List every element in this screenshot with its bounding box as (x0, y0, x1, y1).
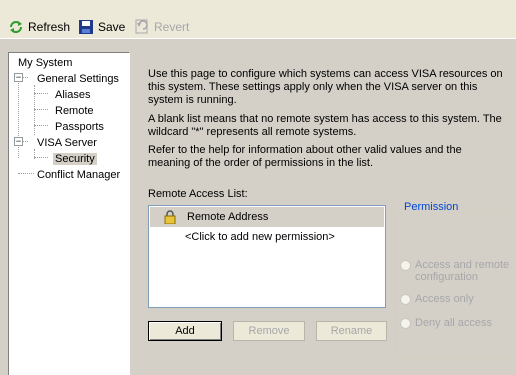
refresh-button[interactable]: Refresh (8, 17, 70, 37)
revert-button[interactable]: Revert (134, 17, 189, 37)
tree-item-security[interactable]: Security (53, 153, 97, 165)
lock-icon (164, 210, 176, 225)
save-icon (78, 19, 94, 35)
list-header-text: Remote Address (187, 211, 269, 223)
tree-item-passports[interactable]: Passports (55, 121, 104, 133)
radio-label: Access only (415, 293, 474, 305)
remote-access-list[interactable]: Remote Address <Click to add new permiss… (148, 205, 386, 308)
add-permission-row[interactable]: <Click to add new permission> (185, 231, 335, 243)
radio-button[interactable] (400, 260, 411, 271)
refresh-icon (8, 19, 24, 35)
rename-button-label: Rename (330, 325, 373, 337)
radio-access-and-remote-configuration[interactable]: Access and remote configuration (400, 259, 509, 283)
tree-item-remote[interactable]: Remote (55, 105, 94, 117)
security-pane: Use this page to configure which systems… (134, 54, 516, 375)
refresh-label: Refresh (28, 20, 71, 34)
permission-group (395, 212, 516, 359)
list-header-remote-address[interactable]: Remote Address (150, 207, 384, 227)
save-label: Save (98, 20, 126, 34)
tree-item-visa-server[interactable]: VISA Server (37, 137, 97, 149)
navigation-tree: My System − General Settings Aliases Rem… (8, 52, 130, 375)
toolbar-divider (0, 38, 516, 39)
remote-access-list-label: Remote Access List: (148, 188, 248, 200)
description-paragraph-3: Refer to the help for information about … (148, 144, 462, 169)
radio-access-only[interactable]: Access only (400, 293, 474, 305)
description-paragraph-2: A blank list means that no remote system… (148, 113, 502, 138)
tree-item-conflict-manager[interactable]: Conflict Manager (37, 169, 120, 181)
add-button-label: Add (175, 325, 195, 337)
radio-button[interactable] (400, 294, 411, 305)
radio-label-line-2: configuration (415, 271, 478, 283)
radio-label: Deny all access (415, 317, 493, 329)
tree-item-my-system[interactable]: My System (18, 57, 72, 69)
main-area: My System − General Settings Aliases Rem… (0, 40, 516, 375)
collapse-icon[interactable]: − (14, 137, 23, 146)
tree-item-aliases[interactable]: Aliases (55, 89, 90, 101)
revert-icon (134, 19, 150, 35)
permission-group-title: Permission (402, 201, 461, 213)
save-button[interactable]: Save (78, 17, 125, 37)
revert-label: Revert (154, 20, 190, 34)
toolbar: Refresh Save Revert (0, 0, 516, 38)
remove-button[interactable]: Remove (233, 321, 305, 341)
radio-button[interactable] (400, 318, 411, 329)
radio-label-line-1: Access and remote (415, 259, 510, 271)
tree-item-general-settings[interactable]: General Settings (37, 73, 119, 85)
radio-deny-all-access[interactable]: Deny all access (400, 317, 492, 329)
remove-button-label: Remove (248, 325, 290, 337)
add-button[interactable]: Add (148, 321, 222, 341)
rename-button[interactable]: Rename (316, 321, 387, 341)
collapse-icon[interactable]: − (14, 73, 23, 82)
description-paragraph-1: Use this page to configure which systems… (148, 68, 503, 106)
